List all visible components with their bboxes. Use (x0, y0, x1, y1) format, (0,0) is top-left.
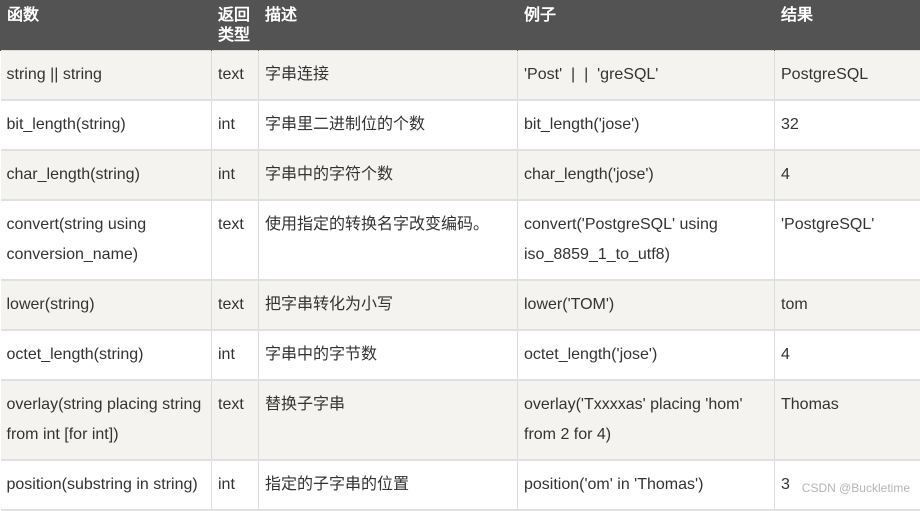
cell-function: char_length(string) (1, 150, 212, 200)
cell-example: convert('PostgreSQL' using iso_8859_1_to… (518, 200, 775, 280)
cell-result: PostgreSQL (775, 51, 920, 101)
header-example: 例子 (518, 0, 775, 51)
cell-return-type: text (212, 280, 259, 330)
cell-function: string || string (1, 51, 212, 101)
table-row: char_length(string) int 字串中的字符个数 char_le… (1, 150, 920, 200)
cell-example: position('om' in 'Thomas') (518, 460, 775, 510)
cell-description: 字串连接 (259, 51, 518, 101)
cell-return-type: int (212, 330, 259, 380)
cell-description: 字串中的字节数 (259, 330, 518, 380)
cell-example: lower('TOM') (518, 280, 775, 330)
cell-description: 字串中的字符个数 (259, 150, 518, 200)
table-row: octet_length(string) int 字串中的字节数 octet_l… (1, 330, 920, 380)
cell-function: overlay(string placing string from int [… (1, 380, 212, 460)
cell-result: tom (775, 280, 920, 330)
cell-example: bit_length('jose') (518, 100, 775, 150)
table-row: convert(string using conversion_name) te… (1, 200, 920, 280)
table-row: bit_length(string) int 字串里二进制位的个数 bit_le… (1, 100, 920, 150)
cell-function: bit_length(string) (1, 100, 212, 150)
watermark: CSDN @Buckletime (802, 481, 910, 495)
cell-return-type: int (212, 100, 259, 150)
cell-return-type: text (212, 200, 259, 280)
header-description: 描述 (259, 0, 518, 51)
header-result: 结果 (775, 0, 920, 51)
cell-function: convert(string using conversion_name) (1, 200, 212, 280)
header-return-type: 返回类型 (212, 0, 259, 51)
table-row: overlay(string placing string from int [… (1, 380, 920, 460)
cell-example: 'Post' | | 'greSQL' (518, 51, 775, 101)
header-function: 函数 (1, 0, 212, 51)
table-row: string || string text 字串连接 'Post' | | 'g… (1, 51, 920, 101)
cell-description: 把字串转化为小写 (259, 280, 518, 330)
table-row: lower(string) text 把字串转化为小写 lower('TOM')… (1, 280, 920, 330)
cell-return-type: int (212, 460, 259, 510)
cell-example: char_length('jose') (518, 150, 775, 200)
cell-return-type: text (212, 51, 259, 101)
cell-return-type: int (212, 150, 259, 200)
cell-result: 4 (775, 330, 920, 380)
cell-function: octet_length(string) (1, 330, 212, 380)
string-functions-table: 函数 返回类型 描述 例子 结果 string || string text 字… (0, 0, 920, 511)
cell-result: Thomas (775, 380, 920, 460)
cell-function: position(substring in string) (1, 460, 212, 510)
cell-result: 'PostgreSQL' (775, 200, 920, 280)
cell-return-type: text (212, 380, 259, 460)
table-row: position(substring in string) int 指定的子字串… (1, 460, 920, 510)
cell-description: 替换子字串 (259, 380, 518, 460)
cell-description: 使用指定的转换名字改变编码。 (259, 200, 518, 280)
cell-result: 4 (775, 150, 920, 200)
cell-example: overlay('Txxxxas' placing 'hom' from 2 f… (518, 380, 775, 460)
cell-function: lower(string) (1, 280, 212, 330)
cell-result: 32 (775, 100, 920, 150)
table-header-row: 函数 返回类型 描述 例子 结果 (1, 0, 920, 51)
cell-description: 指定的子字串的位置 (259, 460, 518, 510)
cell-description: 字串里二进制位的个数 (259, 100, 518, 150)
cell-example: octet_length('jose') (518, 330, 775, 380)
